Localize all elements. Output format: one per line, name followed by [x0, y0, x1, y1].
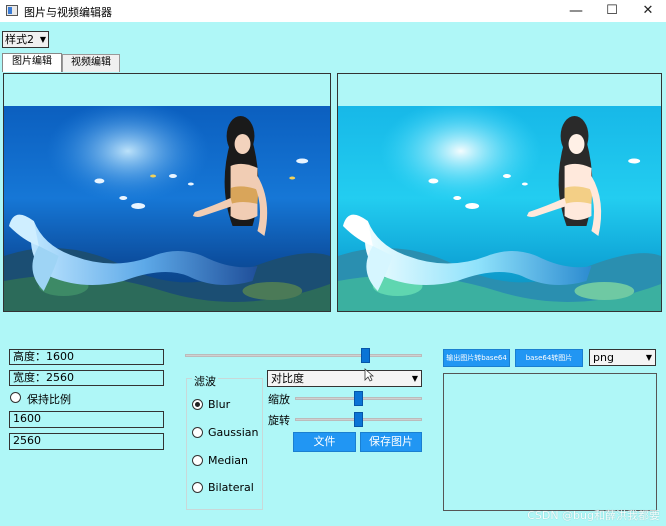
watermark: CSDN @bug和薛洪我都要	[527, 509, 660, 522]
chevron-down-icon: ▼	[411, 374, 418, 383]
image-edit-pane: 高度：1600 宽度：2560 保持比例 1600 2560 滤波 Blur G…	[0, 72, 666, 526]
tab-video-edit[interactable]: 视频编辑	[62, 54, 120, 72]
title-bar: 图片与视频编辑器 — ☐ ✕	[0, 0, 666, 22]
top-slider-thumb[interactable]	[360, 348, 370, 363]
processed-image-frame	[337, 73, 662, 312]
chevron-down-icon: ▼	[645, 353, 652, 362]
minimize-button[interactable]: —	[558, 0, 594, 22]
close-button[interactable]: ✕	[630, 0, 666, 22]
image-format-select[interactable]: png ▼	[589, 349, 656, 366]
window-title: 图片与视频编辑器	[24, 6, 112, 19]
adjust-mode-select[interactable]: 对比度 ▼	[267, 370, 422, 387]
filter-bilateral-radio[interactable]	[192, 482, 203, 493]
filter-blur-label: Blur	[208, 398, 231, 411]
original-image-frame	[3, 73, 331, 312]
filter-median-label: Median	[208, 454, 249, 467]
width-info: 宽度：2560	[9, 370, 164, 386]
processed-image	[338, 106, 661, 311]
keep-ratio-radio[interactable]	[10, 392, 21, 403]
zoom-label: 缩放	[268, 393, 290, 406]
maximize-button[interactable]: ☐	[594, 0, 630, 22]
base64-textarea[interactable]	[443, 373, 657, 511]
style-select[interactable]: 样式2 ▼	[2, 31, 49, 48]
rotate-label: 旋转	[268, 414, 290, 427]
zoom-slider-thumb[interactable]	[354, 391, 363, 406]
top-slider-track[interactable]	[185, 354, 422, 357]
filter-blur-radio[interactable]	[192, 399, 203, 410]
filter-median-radio[interactable]	[192, 455, 203, 466]
mouse-pointer-icon	[364, 368, 374, 382]
base64-to-image-button[interactable]: base64转图片	[515, 349, 583, 367]
height-info: 高度：1600	[9, 349, 164, 365]
filter-gaussian-radio[interactable]	[192, 427, 203, 438]
width-input[interactable]: 2560	[9, 433, 164, 450]
adjust-mode-value: 对比度	[271, 372, 304, 385]
file-button[interactable]: 文件	[293, 432, 356, 452]
client-area: 样式2 ▼ 图片编辑 视频编辑 高度：1600 宽度：2560 保持比例 160…	[0, 22, 666, 526]
chevron-down-icon: ▼	[39, 35, 46, 44]
filter-gaussian-label: Gaussian	[208, 426, 259, 439]
filter-bilateral-label: Bilateral	[208, 481, 254, 494]
save-image-button[interactable]: 保存图片	[360, 432, 422, 452]
image-to-base64-button[interactable]: 输出图片转base64	[443, 349, 510, 367]
height-input[interactable]: 1600	[9, 411, 164, 428]
tab-image-edit[interactable]: 图片编辑	[2, 53, 62, 72]
filter-group-title: 滤波	[192, 373, 218, 389]
original-image	[4, 106, 330, 311]
rotate-slider-thumb[interactable]	[354, 412, 363, 427]
app-icon	[6, 5, 18, 16]
style-select-value: 样式2	[5, 33, 34, 46]
keep-ratio-label: 保持比例	[27, 393, 71, 406]
image-format-value: png	[593, 351, 614, 364]
